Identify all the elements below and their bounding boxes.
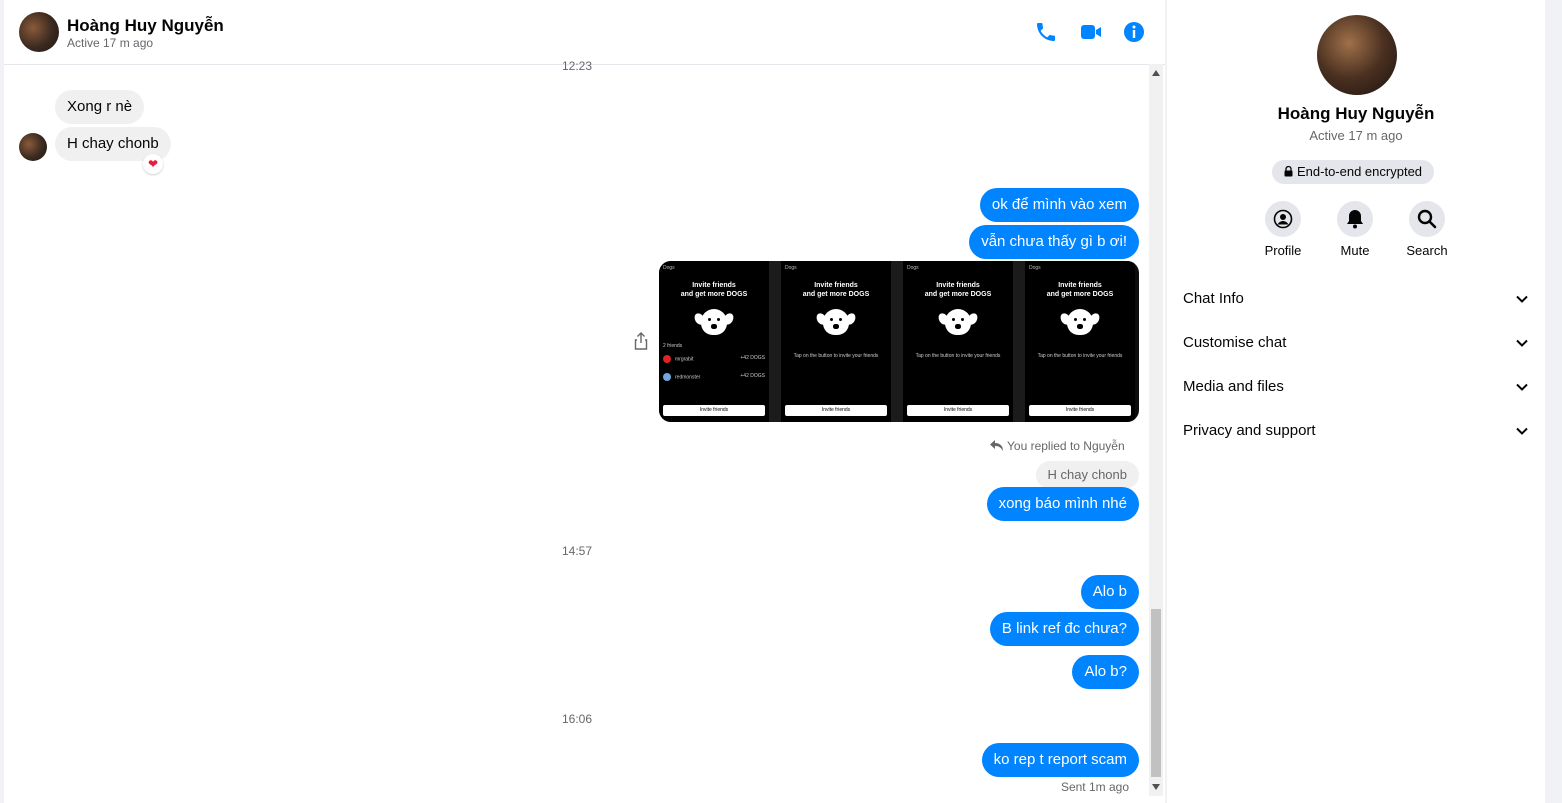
invite-title: Invite friends and get more DOGS xyxy=(680,282,748,298)
app-screenshot: Dogs Invite friends and get more DOGS Tap… xyxy=(1025,261,1135,422)
search-button[interactable]: Search xyxy=(1397,201,1457,258)
chevron-down-icon xyxy=(1516,339,1528,347)
dog-logo-icon xyxy=(823,309,849,335)
invite-title: Invite friends and get more DOGS xyxy=(802,282,870,298)
app-name: Dogs xyxy=(785,265,797,271)
sent-status: Sent 1m ago xyxy=(1060,780,1129,794)
invite-hint: Tap on the button to invite your friends xyxy=(915,353,1001,359)
mute-button[interactable]: Mute xyxy=(1325,201,1385,258)
profile-icon xyxy=(1273,209,1293,229)
dog-logo-icon xyxy=(701,309,727,335)
chat-panel: Hoàng Huy Nguyễn Active 17 m ago 12:23 X… xyxy=(4,0,1165,803)
profile-name: Hoàng Huy Nguyễn xyxy=(1277,104,1435,123)
sidebar-rail xyxy=(1013,261,1025,422)
profile-label: Profile xyxy=(1264,243,1302,258)
timestamp: 16:06 xyxy=(562,712,593,726)
invite-button: Invite friends xyxy=(785,405,887,416)
app-name: Dogs xyxy=(663,265,675,271)
outgoing-message[interactable]: xong báo mình nhé xyxy=(986,487,1139,521)
profile-button[interactable]: Profile xyxy=(1253,201,1313,258)
contact-avatar[interactable] xyxy=(19,12,59,52)
outgoing-message[interactable]: Alo b xyxy=(1080,575,1139,609)
section-customise-chat[interactable]: Customise chat xyxy=(1183,321,1529,365)
video-icon[interactable] xyxy=(1079,20,1103,44)
invite-button: Invite friends xyxy=(1029,405,1131,416)
app-screenshot: Dogs Invite friends and get more DOGS Tap… xyxy=(781,261,891,422)
heart-reaction-icon[interactable]: ❤ xyxy=(143,154,163,174)
info-icon[interactable] xyxy=(1122,20,1146,44)
scroll-thumb[interactable] xyxy=(1151,609,1161,777)
app-name: Dogs xyxy=(1029,265,1041,271)
bell-icon xyxy=(1347,210,1363,229)
mute-label: Mute xyxy=(1340,243,1370,258)
app-name: Dogs xyxy=(907,265,919,271)
invite-title: Invite friends and get more DOGS xyxy=(924,282,992,298)
invite-button: Invite friends xyxy=(907,405,1009,416)
app-screenshot: Dogs Invite friends and get more DOGS Tap… xyxy=(903,261,1013,422)
outgoing-message[interactable]: ko rep t report scam xyxy=(981,743,1139,777)
outgoing-message[interactable]: ok để mình vào xem xyxy=(979,188,1139,222)
incoming-message[interactable]: Xong r nè xyxy=(55,90,145,124)
app-screenshot: Dogs Invite friends and get more DOGS 2 f… xyxy=(659,261,769,422)
quoted-message[interactable]: H chay chonb xyxy=(1035,461,1139,489)
friends-count: 2 friends xyxy=(663,343,683,349)
share-icon[interactable] xyxy=(634,332,648,350)
chat-header: Hoàng Huy Nguyễn Active 17 m ago xyxy=(4,0,1165,65)
chevron-down-icon xyxy=(1516,383,1528,391)
invite-hint: Tap on the button to invite your friends xyxy=(1037,353,1123,359)
timestamp: 12:23 xyxy=(562,59,593,73)
dog-logo-icon xyxy=(1067,309,1093,335)
outgoing-message[interactable]: Alo b? xyxy=(1072,655,1139,689)
conversation-info-panel: Hoàng Huy Nguyễn Active 17 m ago End-to-… xyxy=(1167,0,1545,803)
contact-name[interactable]: Hoàng Huy Nguyễn xyxy=(67,16,224,36)
scroll-up-icon[interactable] xyxy=(1152,70,1160,76)
phone-icon[interactable] xyxy=(1034,20,1058,44)
friend-row: mrgrabit +42 DOGS xyxy=(663,355,765,363)
chevron-down-icon xyxy=(1516,427,1528,435)
invite-title: Invite friends and get more DOGS xyxy=(1046,282,1114,298)
sidebar-rail xyxy=(769,261,781,422)
lock-icon xyxy=(1284,165,1293,177)
image-attachment[interactable]: Dogs Invite friends and get more DOGS 2 f… xyxy=(659,261,1139,422)
profile-avatar[interactable] xyxy=(1317,15,1397,95)
search-label: Search xyxy=(1406,243,1448,258)
reply-icon xyxy=(990,440,1003,451)
outgoing-message[interactable]: vẫn chưa thấy gì b ơi! xyxy=(969,225,1139,259)
search-icon xyxy=(1417,209,1437,229)
encryption-badge[interactable]: End-to-end encrypted xyxy=(1272,160,1435,184)
section-media-files[interactable]: Media and files xyxy=(1183,365,1529,409)
contact-status: Active 17 m ago xyxy=(67,36,154,50)
sidebar-rail xyxy=(891,261,903,422)
profile-status: Active 17 m ago xyxy=(1309,128,1403,143)
dog-logo-icon xyxy=(945,309,971,335)
scroll-down-icon[interactable] xyxy=(1152,784,1160,790)
section-privacy-support[interactable]: Privacy and support xyxy=(1183,409,1529,453)
friend-row: redmonster +42 DOGS xyxy=(663,373,765,381)
outgoing-message[interactable]: B link ref đc chưa? xyxy=(989,612,1139,646)
chevron-down-icon xyxy=(1516,295,1528,303)
contact-small-avatar[interactable] xyxy=(19,133,47,161)
invite-button: Invite friends xyxy=(663,405,765,416)
scrollbar[interactable] xyxy=(1149,64,1163,796)
invite-hint: Tap on the button to invite your friends xyxy=(793,353,879,359)
section-chat-info[interactable]: Chat Info xyxy=(1183,277,1529,321)
timestamp: 14:57 xyxy=(562,544,593,558)
reply-indicator: You replied to Nguyễn xyxy=(990,439,1125,453)
window-edge xyxy=(1545,0,1562,803)
